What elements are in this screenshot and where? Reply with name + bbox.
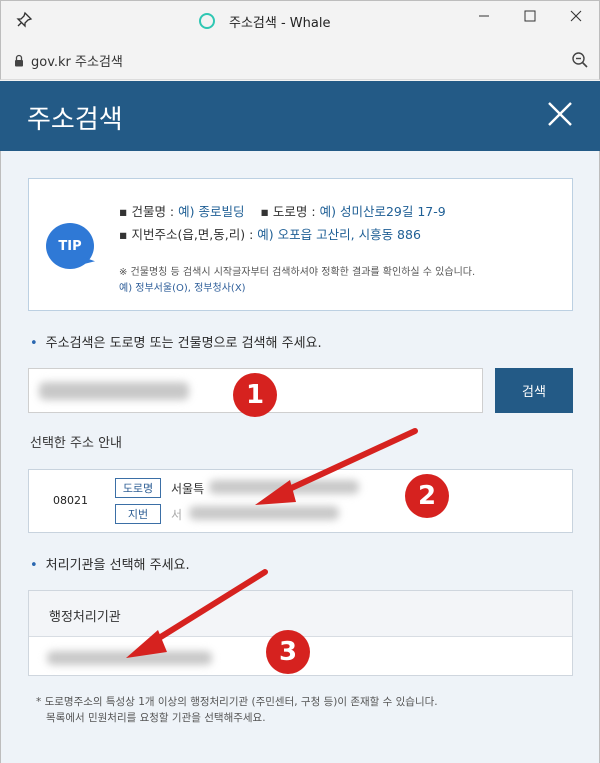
window-close-button[interactable] [553,1,599,31]
marker-1: 1 [233,373,277,417]
zipcode: 08021 [53,494,88,507]
popup-title: 주소검색 [27,105,123,135]
tip-note: ※ 건물명칭 등 검색시 시작글자부터 검색하셔야 정확한 결과를 확인하실 수… [119,267,476,278]
tip-line-2: ▪ 지번주소(읍,면,동,리) : 예) 오포읍 고산리, 시흥동 886 [119,227,421,242]
popup-content: TIP ▪ 건물명 : 예) 종로빌딩 ▪ 도로명 : 예) 성미산로29길 1… [0,151,600,763]
agency-header-label: 행정처리기관 [49,610,121,625]
marker-2: 2 [405,474,449,518]
selected-address-box: 08021 도로명 서울특 지번 서 [28,469,573,533]
close-icon [570,10,582,22]
agency-table-header: 행정처리기관 [29,591,572,637]
whale-browser-icon [199,13,215,29]
tip-line-1: ▪ 건물명 : 예) 종로빌딩 ▪ 도로명 : 예) 성미산로29길 17-9 [119,204,446,219]
tip-label-building: 건물명 : [131,204,179,219]
minimize-button[interactable] [461,1,507,31]
maximize-icon [524,10,536,22]
tip-value-jibun: 예) 오포읍 고산리, 시흥동 886 [257,227,421,242]
address-text[interactable]: gov.kr 주소검색 [31,51,123,70]
zoom-out-icon[interactable] [571,51,589,69]
selected-address-heading: 선택한 주소 안내 [30,436,122,451]
maximize-button[interactable] [507,1,553,31]
tip-box: TIP ▪ 건물명 : 예) 종로빌딩 ▪ 도로명 : 예) 성미산로29길 1… [28,178,573,311]
footnote-line-2: 목록에서 민원처리를 요청할 기관을 선택해주세요. [46,712,266,724]
blurred-search-text [39,382,189,400]
popup-header: 주소검색 [0,81,600,151]
jibun-tag: 지번 [115,504,161,524]
footnote-line-1: * 도로명주소의 특성상 1개 이상의 행정처리기관 (주민센터, 구청 등)이… [36,696,438,708]
tip-label-road: 도로명 : [272,204,320,219]
window-titlebar: 주소검색 - Whale [0,0,600,40]
tip-value-road: 예) 성미산로29길 17-9 [319,204,446,219]
agency-instruction: 처리기관을 선택해 주세요. [30,554,190,573]
lock-icon [15,54,23,67]
window-controls [461,1,599,31]
blurred-road-address [209,480,359,494]
address-bar: gov.kr 주소검색 [0,40,600,80]
window-title-group: 주소검색 - Whale [199,11,330,31]
search-instruction: 주소검색은 도로명 또는 건물명으로 검색해 주세요. [30,332,322,351]
road-name-tag: 도로명 [115,478,161,498]
marker-3: 3 [266,630,310,674]
window-title: 주소검색 - Whale [229,15,331,31]
search-button[interactable]: 검색 [495,368,573,413]
tip-label-jibun: 지번주소(읍,면,동,리) : [131,227,258,242]
tip-note-example: 예) 정부서울(O), 정부청사(X) [119,283,246,294]
blurred-jibun-address [189,506,339,520]
jibun-address-text: 서 [171,508,183,522]
blurred-agency-row[interactable] [47,651,212,665]
pin-icon[interactable] [15,11,33,29]
road-address-text: 서울특 [171,482,205,496]
tip-value-building: 예) 종로빌딩 [178,204,245,219]
minimize-icon [479,15,489,17]
tip-badge: TIP [46,223,94,269]
popup-close-icon[interactable] [546,100,574,128]
